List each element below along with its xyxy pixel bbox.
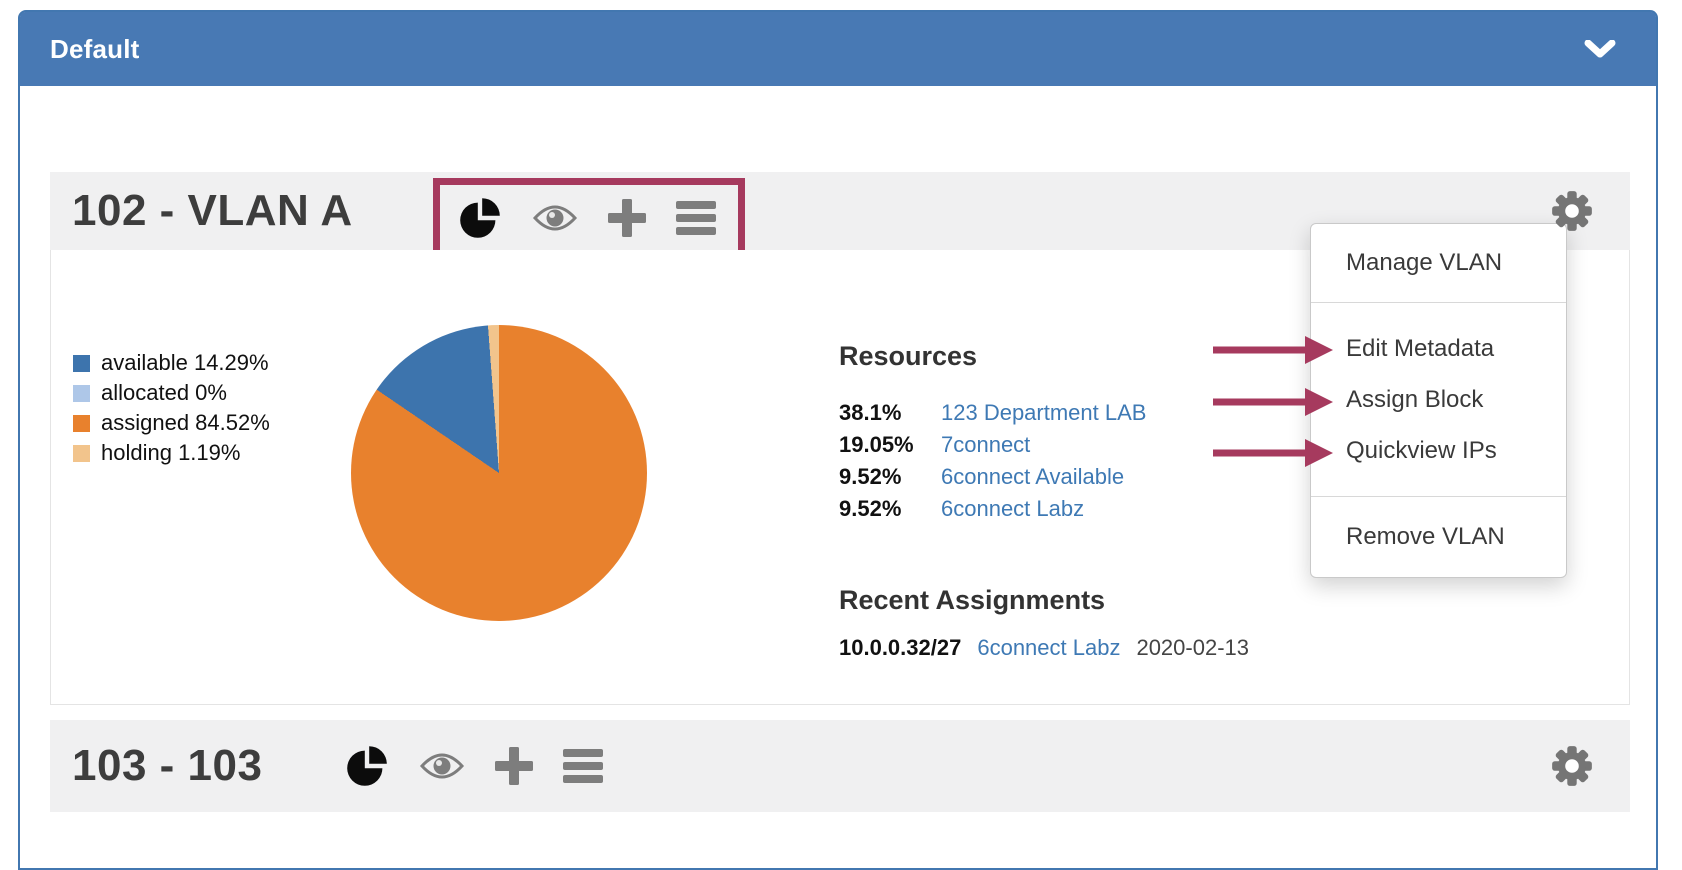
recent-assignment-row: 10.0.0.32/27 6connect Labz 2020-02-13 — [839, 634, 1249, 662]
menu-item-remove-vlan[interactable]: Remove VLAN — [1311, 497, 1566, 577]
legend-swatch — [73, 415, 90, 432]
resource-percent: 9.52% — [839, 496, 941, 522]
vlan-103-header-row: 103 - 103 — [50, 720, 1630, 812]
resource-link[interactable]: 7connect — [941, 432, 1030, 458]
resources-heading: Resources — [839, 338, 977, 374]
legend-item-available: available 14.29% — [73, 348, 270, 378]
annotation-arrow-edit-metadata — [1213, 335, 1333, 365]
recent-assignments-list: 10.0.0.32/27 6connect Labz 2020-02-13 — [839, 634, 1249, 662]
gear-icon[interactable] — [1549, 743, 1595, 789]
panel-header-default[interactable]: Default — [20, 12, 1656, 86]
assignment-date: 2020-02-13 — [1136, 635, 1249, 661]
chevron-down-icon[interactable] — [1584, 40, 1616, 58]
resource-row: 9.52%6connect Available — [839, 461, 1146, 493]
annotation-arrow-quickview-ips — [1213, 438, 1333, 468]
menu-item-quickview-ips[interactable]: Quickview IPs — [1311, 425, 1566, 476]
menu-icon[interactable] — [676, 201, 716, 235]
legend-item-holding: holding 1.19% — [73, 438, 270, 468]
eye-icon[interactable] — [419, 751, 465, 781]
legend-swatch — [73, 355, 90, 372]
pie-chart-icon[interactable] — [458, 196, 502, 240]
resource-link[interactable]: 6connect Labz — [941, 496, 1084, 522]
annotation-highlight-box — [433, 178, 745, 258]
legend-label: allocated 0% — [101, 380, 227, 406]
plus-icon[interactable] — [495, 747, 533, 785]
legend-swatch — [73, 385, 90, 402]
resources-list: 38.1%123 Department LAB19.05%7connect9.5… — [839, 397, 1146, 525]
resource-percent: 19.05% — [839, 432, 941, 458]
menu-item-assign-block[interactable]: Assign Block — [1311, 374, 1566, 425]
menu-item-edit-metadata[interactable]: Edit Metadata — [1311, 323, 1566, 374]
legend-label: holding 1.19% — [101, 440, 240, 466]
pie-legend: available 14.29% allocated 0% assigned 84.… — [73, 348, 270, 468]
resource-row: 9.52%6connect Labz — [839, 493, 1146, 525]
assignment-link[interactable]: 6connect Labz — [977, 635, 1120, 661]
legend-item-allocated: allocated 0% — [73, 378, 270, 408]
gear-dropdown-menu: Manage VLANEdit MetadataAssign BlockQuic… — [1310, 223, 1567, 578]
legend-label: assigned 84.52% — [101, 410, 270, 436]
resource-link[interactable]: 6connect Available — [941, 464, 1124, 490]
legend-label: available 14.29% — [101, 350, 269, 376]
vlan-103-title: 103 - 103 — [50, 741, 262, 791]
eye-icon[interactable] — [532, 203, 578, 233]
resource-percent: 9.52% — [839, 464, 941, 490]
plus-icon[interactable] — [608, 199, 646, 237]
menu-group: Remove VLAN — [1311, 497, 1566, 577]
menu-group: Edit MetadataAssign BlockQuickview IPs — [1311, 303, 1566, 496]
menu-icon[interactable] — [563, 749, 603, 783]
resource-row: 38.1%123 Department LAB — [839, 397, 1146, 429]
resource-percent: 38.1% — [839, 400, 941, 426]
legend-item-assigned: assigned 84.52% — [73, 408, 270, 438]
resource-row: 19.05%7connect — [839, 429, 1146, 461]
panel-title: Default — [50, 34, 140, 65]
annotation-arrow-assign-block — [1213, 387, 1333, 417]
assignment-block: 10.0.0.32/27 — [839, 635, 961, 661]
utilization-pie-chart — [351, 325, 647, 621]
pie-chart-icon[interactable] — [345, 744, 389, 788]
resource-link[interactable]: 123 Department LAB — [941, 400, 1146, 426]
legend-swatch — [73, 445, 90, 462]
vlan-102-title: 102 - VLAN A — [50, 186, 353, 236]
recent-assignments-heading: Recent Assignments — [839, 582, 1105, 618]
gear-icon[interactable] — [1549, 188, 1595, 234]
menu-item-manage-vlan[interactable]: Manage VLAN — [1311, 224, 1566, 302]
menu-group: Manage VLAN — [1311, 224, 1566, 302]
